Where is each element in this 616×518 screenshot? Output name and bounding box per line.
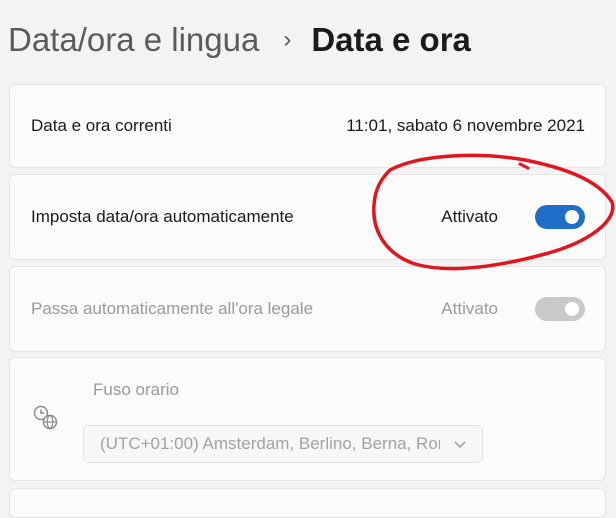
timezone-label: Fuso orario <box>93 380 179 399</box>
clock-globe-icon <box>33 405 58 430</box>
breadcrumb-separator-icon: › <box>283 26 292 53</box>
auto-time-state: Attivato <box>441 207 498 226</box>
auto-dst-toggle[interactable] <box>535 297 585 321</box>
timezone-selected-value: (UTC+01:00) Amsterdam, Berlino, Berna, R… <box>100 434 440 453</box>
auto-time-label: Imposta data/ora automaticamente <box>31 207 294 226</box>
next-settings-card <box>9 488 606 518</box>
current-datetime-card: Data e ora correnti 11:01, sabato 6 nove… <box>9 84 606 168</box>
page-title: Data e ora <box>311 21 471 58</box>
auto-time-card: Imposta data/ora automaticamente Attivat… <box>9 174 606 260</box>
toggle-knob <box>565 210 579 224</box>
auto-dst-card: Passa automaticamente all'ora legale Att… <box>9 266 606 352</box>
timezone-card: Fuso orario (UTC+01:00) Amsterdam, Berli… <box>9 357 606 481</box>
timezone-select[interactable]: (UTC+01:00) Amsterdam, Berlino, Berna, R… <box>83 425 483 463</box>
current-datetime-value: 11:01, sabato 6 novembre 2021 <box>346 116 585 135</box>
breadcrumb: Data/ora e lingua › Data e ora <box>8 18 471 62</box>
breadcrumb-parent[interactable]: Data/ora e lingua <box>8 18 259 62</box>
chevron-down-icon <box>454 441 466 449</box>
toggle-knob <box>565 302 579 316</box>
auto-time-toggle[interactable] <box>535 205 585 229</box>
auto-dst-state: Attivato <box>441 299 498 318</box>
current-datetime-label: Data e ora correnti <box>31 116 172 135</box>
auto-dst-label: Passa automaticamente all'ora legale <box>31 299 314 318</box>
